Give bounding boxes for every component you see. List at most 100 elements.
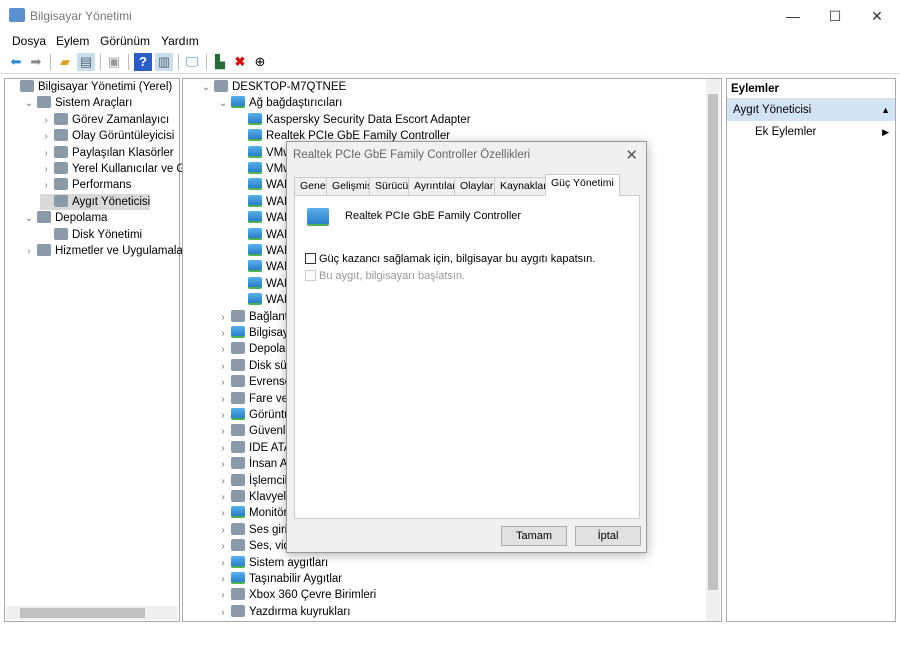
option2-label: Bu aygıt, bilgisayarı başlatsın. [319,270,466,282]
menu-eylem[interactable]: Eylem [56,34,89,48]
tree-item[interactable]: › Yazdırma kuyrukları [217,604,350,620]
device-icon [54,178,68,191]
chevron-down-icon[interactable]: ⌄ [23,211,35,227]
tree-item[interactable]: Bilgisayar Yönetimi (Yerel) [6,79,172,95]
actions-header: Eylemler [727,79,895,99]
horizontal-scroll-thumb[interactable] [20,608,145,618]
chevron-right-icon[interactable]: › [217,506,229,522]
chevron-right-icon[interactable]: › [40,113,52,129]
tree-item[interactable]: › Görev Zamanlayıcı [40,112,169,128]
tree-item[interactable]: › Hizmetler ve Uygulamalar [23,243,187,259]
checkbox-box[interactable] [305,253,316,264]
show-hide-action-icon[interactable]: ▥ [155,53,173,71]
tab-olaylar[interactable]: Olaylar [454,177,500,195]
chevron-down-icon[interactable]: ⌄ [23,96,35,112]
tree-item-label: Taşınabilir Aygıtlar [249,573,343,585]
window-title: Bilgisayar Yönetimi [30,9,132,23]
chevron-right-icon[interactable]: › [217,392,229,408]
chevron-right-icon[interactable]: › [217,572,229,588]
chevron-right-icon[interactable]: › [217,359,229,375]
back-icon[interactable]: ⬅ [7,53,25,71]
dialog-title: Realtek PCIe GbE Family Controller Özell… [293,149,531,161]
tree-item[interactable]: › Taşınabilir Aygıtlar [217,571,342,587]
device-icon [37,211,51,224]
ok-button[interactable]: Tamam [501,526,567,546]
device-icon [231,457,245,470]
download-icon[interactable]: ⊕ [251,53,269,71]
cancel-button[interactable]: İptal [575,526,641,546]
close-button[interactable]: ✕ [854,0,900,32]
device-icon [248,162,262,174]
tree-item[interactable]: › Paylaşılan Klasörler [40,145,174,161]
vertical-scroll-thumb[interactable] [708,94,718,590]
chevron-down-icon[interactable]: ⌄ [217,96,229,112]
properties-dialog: Realtek PCIe GbE Family Controller Özell… [286,141,647,553]
chevron-right-icon[interactable]: › [217,408,229,424]
tree-item[interactable]: › Yerel Kullanıcılar ve Gru [40,161,196,177]
properties-icon[interactable]: ▣ [105,53,123,71]
tree-item-label: Sistem Araçları [55,97,133,110]
chevron-right-icon[interactable]: › [217,588,229,604]
chevron-right-icon[interactable]: › [40,178,52,194]
tree-item[interactable]: ⌄ DESKTOP-M7QTNEE [200,79,346,95]
chevron-right-icon[interactable]: › [40,162,52,178]
tab-güç-yönetimi[interactable]: Güç Yönetimi [545,174,620,196]
tab-kaynaklar[interactable]: Kaynaklar [494,177,553,195]
chevron-right-icon[interactable]: › [217,539,229,555]
actions-pane: Eylemler Aygıt Yöneticisi ▲ Ek Eylemler ▶ [726,78,896,622]
tree-item[interactable]: Kaspersky Security Data Escort Adapter [234,112,471,128]
chevron-down-icon[interactable]: ⌄ [200,80,212,96]
tree-item-label: Bilgisayar Yönetimi (Yerel) [38,81,173,93]
tree-item[interactable]: › Xbox 360 Çevre Birimleri [217,587,376,603]
chevron-right-icon[interactable]: › [217,424,229,440]
tree-item[interactable]: › Klavyeler [217,489,296,505]
tree-item[interactable]: ⌄ Sistem Araçları [23,95,132,111]
tree-item[interactable]: Aygıt Yöneticisi [40,193,151,210]
monitor-icon[interactable]: 🖵 [183,53,201,71]
show-hide-tree-icon[interactable]: ▤ [77,53,95,71]
tree-item-label: Yerel Kullanıcılar ve Gru [72,163,196,175]
tree-item-label: Paylaşılan Klasörler [72,146,174,159]
chevron-right-icon[interactable]: › [217,490,229,506]
tree-item[interactable]: Disk Yönetimi [40,227,142,243]
chevron-right-icon[interactable]: › [217,441,229,457]
chevron-right-icon[interactable]: › [23,244,35,260]
menu-yardim[interactable]: Yardım [161,34,199,48]
tree-item[interactable]: › Monitörle [217,505,296,521]
title-bar: Bilgisayar Yönetimi — ☐ ✕ [0,0,900,32]
chevron-right-icon[interactable]: › [217,375,229,391]
power-management-panel: Realtek PCIe GbE Family Controller Güç k… [294,195,640,519]
dialog-close-button[interactable]: ✕ [625,146,638,164]
chevron-right-icon[interactable]: › [217,474,229,490]
maximize-button[interactable]: ☐ [812,0,858,32]
network-adapter-icon [307,208,329,226]
minimize-button[interactable]: — [770,0,816,32]
tree-item[interactable]: › Sistem aygıtları [217,555,328,571]
update-driver-icon[interactable]: ▙ [211,53,229,71]
menu-gorunum[interactable]: Görünüm [100,34,150,48]
uninstall-icon[interactable]: ✖ [231,53,249,71]
tree-item[interactable]: › Performans [40,177,131,193]
chevron-right-icon[interactable]: › [217,523,229,539]
chevron-right-icon[interactable]: › [217,556,229,572]
chevron-right-icon[interactable]: › [40,146,52,162]
chevron-right-icon[interactable]: › [217,310,229,326]
tree-item-label: Ağ bağdaştırıcıları [249,97,343,110]
chevron-right-icon[interactable]: › [217,605,229,621]
help-icon[interactable]: ? [134,53,152,71]
actions-section[interactable]: Aygıt Yöneticisi ▲ [727,99,895,121]
option1-label: Güç kazancı sağlamak için, bilgisayar bu… [319,253,596,265]
chevron-right-icon[interactable]: › [217,457,229,473]
chevron-right-icon[interactable]: › [40,129,52,145]
menu-dosya[interactable]: Dosya [12,34,46,48]
more-actions-item[interactable]: Ek Eylemler ▶ [727,121,895,143]
up-folder-icon[interactable]: ▰ [56,53,74,71]
tree-item[interactable]: ⌄ Depolama [23,210,107,226]
allow-power-off-checkbox[interactable]: Güç kazancı sağlamak için, bilgisayar bu… [305,253,595,265]
tree-item[interactable]: › Olay Görüntüleyicisi [40,128,174,144]
chevron-right-icon[interactable]: › [217,342,229,358]
forward-icon[interactable]: ➡ [27,53,45,71]
chevron-right-icon[interactable]: › [217,326,229,342]
tree-item-label: Disk Yönetimi [72,228,143,241]
tree-item[interactable]: ⌄ Ağ bağdaştırıcıları [217,95,342,111]
